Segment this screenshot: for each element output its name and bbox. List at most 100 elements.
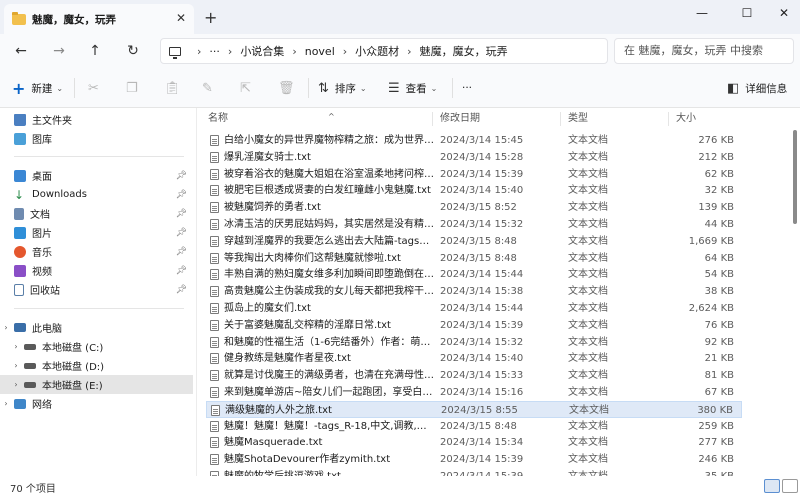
sidebar-item-home[interactable]: 主文件夹	[0, 110, 193, 129]
sidebar-item-recycle-bin[interactable]: 回收站 📌︎	[0, 280, 193, 299]
close-window-button[interactable]: ✕	[770, 3, 798, 23]
table-row[interactable]: 白给小魔女的异世界魔物榨精之旅：成为世界最... 2024/3/14 15:45 文…	[206, 132, 742, 149]
table-row[interactable]: 魅魔的牧学后挑逗游戏.txt 2024/3/14 15:39 文本文档 35 KB	[206, 468, 742, 476]
close-tab-icon[interactable]: ✕	[176, 11, 186, 25]
table-row[interactable]: 穿越到淫魔界的我要怎么逃出去大陆篇-tags_R... 2024/3/15 8:4…	[206, 233, 742, 250]
table-row[interactable]: 健身教练是魅魔作者星夜.txt 2024/3/14 15:40 文本文档 21 KB	[206, 350, 742, 367]
expand-arrow-icon[interactable]: ›	[0, 399, 12, 408]
rename-button[interactable]: ✎	[202, 78, 219, 98]
breadcrumb-item[interactable]: 小众题材	[355, 43, 399, 59]
table-row[interactable]: 被魅魔饲养的勇者.txt 2024/3/15 8:52 文本文档 139 KB	[206, 199, 742, 216]
table-row[interactable]: 冰清玉洁的厌男屁姑妈妈，其实居然是没有精液... 2024/3/14 15:32 文…	[206, 216, 742, 233]
cut-button[interactable]: ✂	[88, 78, 105, 98]
tiles-view-button[interactable]	[782, 479, 798, 493]
refresh-button[interactable]: ↻	[122, 41, 144, 61]
column-header-name[interactable]: 名称 ^	[208, 108, 335, 130]
file-type: 文本文档	[568, 151, 608, 163]
breadcrumb-item[interactable]: 小说合集	[240, 43, 284, 59]
breadcrumb-item[interactable]: novel	[305, 45, 335, 58]
scrollbar-thumb[interactable]	[793, 130, 797, 224]
table-row[interactable]: 就算是讨伐魔王的满级勇者，也清在充满母性的... 2024/3/14 15:33 文…	[206, 367, 742, 384]
column-divider[interactable]	[432, 112, 433, 126]
tab-current-folder[interactable]: 魅魔，魔女，玩弄 ✕	[4, 4, 194, 34]
breadcrumb-separator[interactable]: ›	[407, 45, 411, 58]
expand-arrow-icon[interactable]: ›	[0, 323, 12, 332]
column-header-type[interactable]: 类型	[568, 108, 588, 130]
sidebar-item-drive-d[interactable]: › 本地磁盘 (D:)	[0, 356, 193, 375]
view-button[interactable]: ☰ 查看 ⌄	[388, 78, 437, 98]
column-header-size[interactable]: 大小	[676, 108, 696, 130]
breadcrumb-separator[interactable]: ›	[292, 45, 296, 58]
sidebar-item-pictures[interactable]: 图片 📌︎	[0, 223, 193, 242]
forward-button[interactable]: →	[48, 41, 70, 61]
table-row[interactable]: 被穿着浴衣的魅魔大姐姐在浴室温柔地拷问榨干... 2024/3/14 15:39 文…	[206, 166, 742, 183]
file-name: 魅魔的牧学后挑逗游戏.txt	[224, 468, 434, 476]
column-divider[interactable]	[560, 112, 561, 126]
details-pane-button[interactable]: ◧ 详细信息	[727, 78, 787, 98]
table-row[interactable]: 和魅魔的性福生活（1-6完结番外）作者：萌猫... 2024/3/14 15:32…	[206, 334, 742, 351]
back-button[interactable]: ←	[10, 41, 32, 61]
search-input[interactable]: 在 魅魔，魔女，玩弄 中搜索	[614, 38, 794, 64]
network-icon	[14, 398, 26, 409]
text-file-icon	[210, 437, 219, 449]
expand-arrow-icon[interactable]: ›	[10, 361, 22, 370]
table-row[interactable]: 高贵魅魔公主伪装成我的女儿每天都把我榨干这... 2024/3/14 15:38 文…	[206, 283, 742, 300]
minimize-button[interactable]: —	[688, 3, 716, 23]
sidebar-item-network[interactable]: › 网络	[0, 394, 193, 413]
new-button[interactable]: + 新建 ⌄	[12, 78, 63, 98]
sort-button[interactable]: ⇅ 排序 ⌄	[318, 78, 367, 98]
sidebar-item-downloads[interactable]: ↓ Downloads 📌︎	[0, 185, 193, 204]
sidebar-item-drive-c[interactable]: › 本地磁盘 (C:)	[0, 337, 193, 356]
expand-arrow-icon[interactable]: ›	[10, 380, 22, 389]
file-size: 38 KB	[704, 286, 734, 298]
breadcrumb-separator[interactable]: ›	[197, 45, 201, 58]
more-options-button[interactable]: ···	[462, 78, 472, 98]
pin-icon[interactable]: 📌︎	[176, 190, 187, 200]
table-row[interactable]: 等我掏出大肉棒你们这帮魅魔就惨啦.txt 2024/3/15 8:48 文本文档 64…	[206, 250, 742, 267]
pin-icon[interactable]: 📌︎	[176, 209, 187, 219]
breadcrumb-more[interactable]: ···	[209, 45, 220, 58]
chevron-down-icon: ⌄	[56, 83, 64, 93]
sidebar-item-drive-e[interactable]: › 本地磁盘 (E:)	[0, 375, 193, 394]
table-row[interactable]: 被肥宅巨根透成贤妻的白发红瞳雌小鬼魅魔.txt 2024/3/14 15:40 文本…	[206, 182, 742, 199]
sidebar-item-gallery[interactable]: 图库	[0, 129, 193, 148]
sidebar-item-documents[interactable]: 文档 📌︎	[0, 204, 193, 223]
delete-button[interactable]: 🗑︎	[278, 78, 301, 98]
share-icon: ⇱	[240, 80, 251, 96]
pin-icon[interactable]: 📌︎	[176, 285, 187, 295]
tab-title: 魅魔，魔女，玩弄	[32, 13, 116, 26]
sidebar-item-videos[interactable]: 视频 📌︎	[0, 261, 193, 280]
details-view-button[interactable]	[764, 479, 780, 493]
column-header-date[interactable]: 修改日期	[440, 108, 480, 130]
sidebar-item-music[interactable]: 音乐 📌︎	[0, 242, 193, 261]
table-row[interactable]: 爆乳淫魔女骑士.txt 2024/3/14 15:28 文本文档 212 KB	[206, 149, 742, 166]
pin-icon[interactable]: 📌︎	[176, 228, 187, 238]
expand-arrow-icon[interactable]: ›	[10, 342, 22, 351]
maximize-button[interactable]: ☐	[733, 3, 761, 23]
address-bar[interactable]: › ··· › 小说合集 › novel › 小众题材 › 魅魔，魔女，玩弄	[160, 38, 608, 64]
text-file-icon	[210, 303, 219, 314]
paste-button[interactable]: 📋︎	[164, 78, 187, 98]
copy-button[interactable]: ❐	[126, 78, 144, 98]
table-row[interactable]: 关于富婆魅魔乱交榨精的淫靡日常.txt 2024/3/14 15:39 文本文档 76…	[206, 317, 742, 334]
pin-icon[interactable]: 📌︎	[176, 247, 187, 257]
table-row[interactable]: 来到魅魔单游店~陪女儿们一起跑团，享受白丝... 2024/3/14 15:16 文…	[206, 384, 742, 401]
table-row[interactable]: 魅魔Masquerade.txt 2024/3/14 15:34 文本文档 277 K…	[206, 434, 742, 451]
share-button[interactable]: ⇱	[240, 78, 257, 98]
table-row[interactable]: 满级魅魔的人外之旅.txt 2024/3/15 8:55 文本文档 380 KB	[206, 400, 742, 418]
new-tab-button[interactable]: +	[204, 8, 217, 27]
file-size: 35 KB	[705, 468, 734, 476]
table-row[interactable]: 魅魔ShotaDevourer作者zymith.txt 2024/3/14 15:…	[206, 451, 742, 468]
table-row[interactable]: 魅魔！魅魔！魅魔！-tags_R-18,中文,调教,ドM... 2024/3/15…	[206, 418, 742, 435]
breadcrumb-item[interactable]: 魅魔，魔女，玩弄	[420, 43, 508, 59]
table-row[interactable]: 孤岛上的魔女们.txt 2024/3/14 15:44 文本文档 2,624 KB	[206, 300, 742, 317]
table-row[interactable]: 丰熟自满的熟妇魔女维多利加瞬间即堕跪倒在雄... 2024/3/14 15:44 文…	[206, 266, 742, 283]
sidebar-item-this-pc[interactable]: › 此电脑	[0, 318, 193, 337]
up-button[interactable]: ↑	[84, 41, 106, 61]
breadcrumb-separator[interactable]: ›	[343, 45, 347, 58]
sidebar-item-desktop[interactable]: 桌面 📌︎	[0, 166, 193, 185]
column-divider[interactable]	[668, 112, 669, 126]
pin-icon[interactable]: 📌︎	[176, 171, 187, 181]
breadcrumb-separator[interactable]: ›	[228, 45, 232, 58]
pin-icon[interactable]: 📌︎	[176, 266, 187, 276]
